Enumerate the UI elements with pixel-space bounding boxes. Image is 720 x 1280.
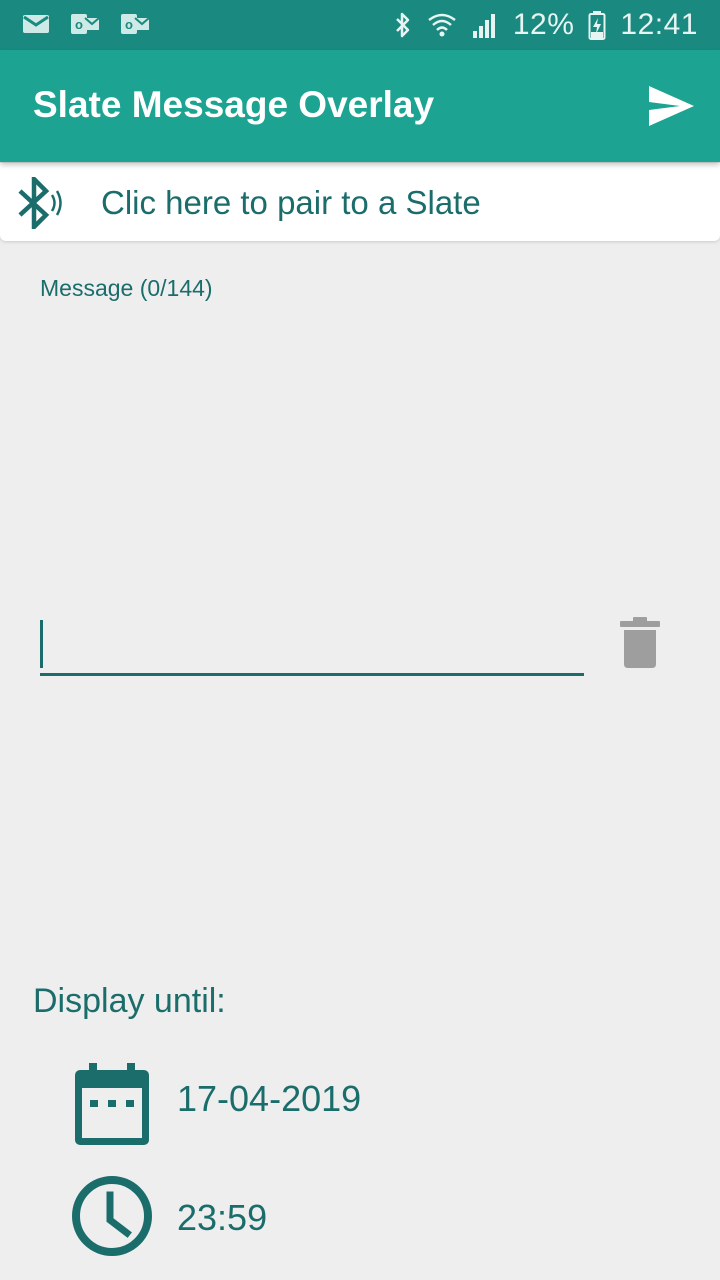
app-bar: Slate Message Overlay	[0, 50, 720, 162]
bluetooth-audio-icon	[18, 177, 62, 229]
pair-slate-button[interactable]: Clic here to pair to a Slate	[0, 163, 720, 241]
send-icon	[649, 86, 694, 126]
clock-icon[interactable]	[71, 1175, 153, 1257]
notification-icons: o o	[22, 12, 150, 36]
message-input[interactable]	[40, 618, 584, 676]
page-title: Slate Message Overlay	[33, 84, 435, 125]
svg-text:o: o	[75, 17, 83, 32]
status-bar: o o 12% 12:41	[0, 0, 720, 50]
message-label: Message (0/144)	[40, 275, 213, 301]
send-button[interactable]	[646, 82, 696, 130]
system-status: 12% 12:41	[393, 6, 698, 44]
trash-icon	[620, 617, 660, 668]
signal-icon	[472, 14, 495, 38]
calendar-icon[interactable]	[75, 1063, 149, 1145]
wifi-icon	[428, 13, 456, 37]
time-value[interactable]: 23:59	[177, 1197, 267, 1239]
bluetooth-icon	[395, 12, 410, 38]
svg-text:o: o	[125, 17, 133, 32]
outlook-icon: o	[71, 14, 100, 34]
date-value[interactable]: 17-04-2019	[177, 1078, 361, 1120]
clock: 12:41	[620, 8, 698, 41]
outlook-icon: o	[121, 14, 150, 34]
display-until-label: Display until:	[33, 982, 226, 1020]
text-caret	[40, 620, 43, 668]
pair-label: Clic here to pair to a Slate	[101, 184, 481, 221]
email-icon	[23, 15, 49, 33]
clear-message-button[interactable]	[618, 617, 662, 669]
battery-charging-icon	[588, 11, 606, 40]
battery-percent: 12%	[512, 8, 575, 41]
